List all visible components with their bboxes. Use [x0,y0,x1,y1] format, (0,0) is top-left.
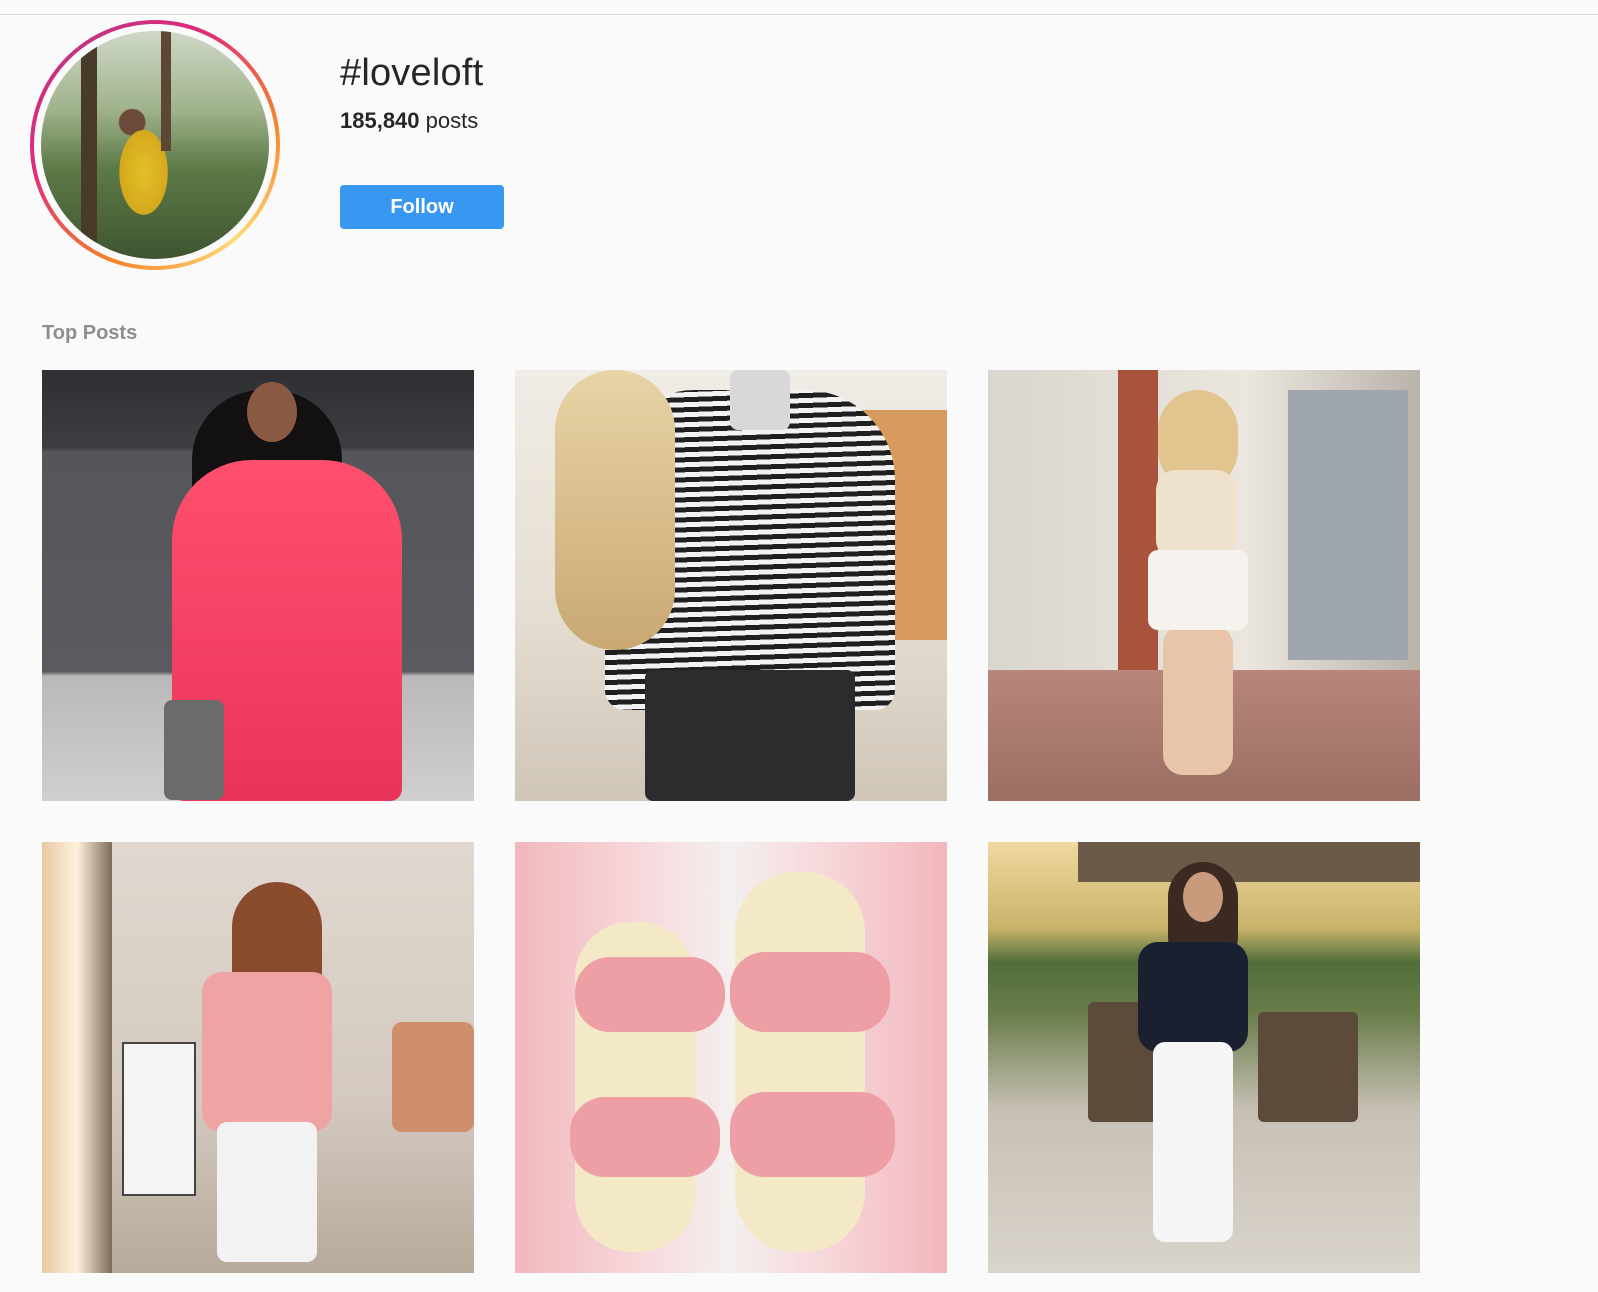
post-tile-5[interactable] [515,842,947,1273]
hashtag-avatar[interactable] [30,20,280,270]
avatar-image [41,31,269,259]
post-tile-1[interactable] [42,370,474,801]
post-count-suffix: posts [419,108,479,133]
hashtag-header: #loveloft 185,840 posts Follow [0,0,1598,300]
post-tile-4[interactable] [42,842,474,1273]
post-count-number: 185,840 [340,108,420,133]
post-tile-6[interactable] [988,842,1420,1273]
post-tile-2[interactable] [515,370,947,801]
page-title: #loveloft [340,52,484,94]
top-posts-grid [42,370,1420,1273]
post-tile-3[interactable] [988,370,1420,801]
follow-button[interactable]: Follow [340,185,504,229]
post-count: 185,840 posts [340,108,478,134]
top-posts-title: Top Posts [42,322,138,344]
